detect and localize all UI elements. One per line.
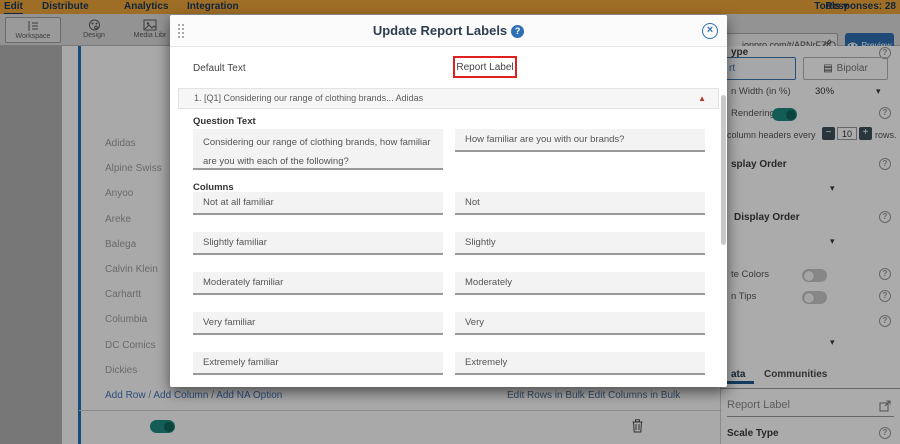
column-report-field[interactable]: Extremely: [455, 352, 705, 375]
column-default-field[interactable]: Extremely familiar: [193, 352, 443, 375]
close-icon[interactable]: ×: [702, 23, 718, 39]
question-report-label-field[interactable]: How familiar are you with our brands?: [455, 129, 705, 152]
survey-editor-page: Edit Distribute Analytics Integration To…: [0, 0, 900, 444]
column-default-field[interactable]: Moderately familiar: [193, 272, 443, 295]
modal-header: Update Report Labels? ×: [170, 15, 727, 47]
question-text-label: Question Text: [193, 116, 256, 127]
column-report-field[interactable]: Slightly: [455, 232, 705, 255]
column-report-field[interactable]: Very: [455, 312, 705, 335]
update-report-labels-modal: Update Report Labels? × Default Text Rep…: [170, 15, 727, 387]
column-report-field[interactable]: Moderately: [455, 272, 705, 295]
question-section-title: 1. [Q1] Considering our range of clothin…: [194, 93, 423, 103]
question-default-text-field[interactable]: Considering our range of clothing brands…: [193, 129, 443, 170]
modal-scrollbar[interactable]: [721, 95, 726, 245]
help-icon[interactable]: ?: [511, 25, 524, 38]
column-default-field[interactable]: Not at all familiar: [193, 192, 443, 215]
report-label-column-header-highlighted: Report Label: [453, 56, 517, 78]
question-section-header[interactable]: 1. [Q1] Considering our range of clothin…: [178, 88, 719, 109]
default-text-column-header: Default Text: [193, 63, 246, 74]
column-default-field[interactable]: Slightly familiar: [193, 232, 443, 255]
modal-title-text: Update Report Labels: [373, 23, 507, 38]
modal-title: Update Report Labels?: [170, 23, 727, 38]
collapse-arrow-icon[interactable]: ▲: [698, 94, 706, 103]
column-default-field[interactable]: Very familiar: [193, 312, 443, 335]
column-report-field[interactable]: Not: [455, 192, 705, 215]
report-label-header-text: Report Label: [456, 62, 513, 73]
